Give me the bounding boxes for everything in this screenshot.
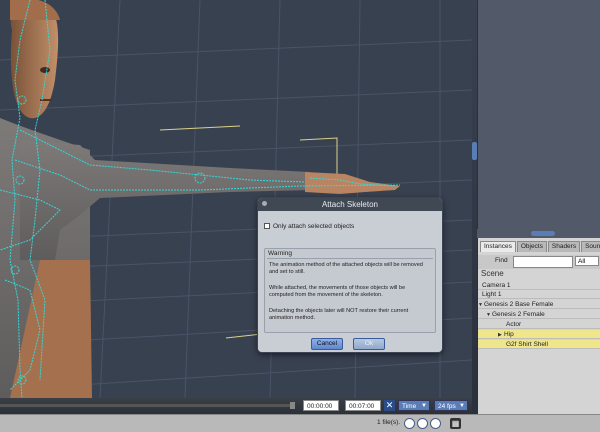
tab-shaders[interactable]: Shaders [547,241,581,252]
status-bar: 1 file(s). ▦ [0,414,600,432]
window-close-icon[interactable] [262,201,267,206]
tab-sounds[interactable]: Sounds [581,241,600,252]
only-selected-checkbox[interactable]: Only attach selected objects [264,223,354,230]
scene-header: Scene [481,269,504,278]
time-mode-select[interactable]: Time ▼ [398,400,430,411]
grid-icon[interactable]: ▦ [450,418,461,429]
find-input[interactable] [513,256,573,268]
tree-item[interactable]: G2f Shirt Shell [478,340,600,349]
filter-select[interactable]: All [575,256,599,266]
find-label: Find [495,257,508,264]
warning-box: Warning The animation method of the atta… [264,248,436,333]
timeline-bar: 00:00:00 00:07:00 ✕ Time ▼ 24 fps ▼ [0,398,472,414]
warning-text: The animation method of the attached obj… [269,262,423,275]
timeline-thumb[interactable] [290,402,295,409]
tree-item-label: Light 1 [482,291,502,298]
status-circle-icon[interactable] [404,418,415,429]
divider [267,258,433,259]
tree-item[interactable]: ▼Genesis 2 Base Female [478,300,600,309]
warning-text: Detaching the objects later will NOT res… [269,308,409,321]
time-mode-value: Time [402,403,417,410]
chevron-down-icon: ▼ [421,403,427,409]
fps-select[interactable]: 24 fps ▼ [434,400,468,411]
ok-button[interactable]: Ok [353,338,385,350]
tree-item[interactable]: Camera 1 [478,281,600,290]
attach-skeleton-dialog: Attach Skeleton Only attach selected obj… [257,197,443,353]
right-panel-upper [477,0,600,229]
tree-item[interactable]: ▶ Hip [478,330,600,339]
find-row: Find All [478,255,600,269]
fps-value: 24 fps [438,403,456,410]
status-circle-icon[interactable] [417,418,428,429]
status-circle-icon[interactable] [430,418,441,429]
horizontal-splitter[interactable] [477,229,600,238]
cancel-button[interactable]: Cancel [311,338,343,350]
tree-item-label: Actor [506,321,522,328]
tree-item[interactable]: Actor [478,320,600,329]
tree-item-label: Hip [504,331,514,338]
tree-item-label: Genesis 2 Base Female [484,301,554,308]
current-time-field[interactable]: 00:00:00 [303,400,339,411]
tree-item[interactable]: ▼Genesis 2 Female [478,310,600,319]
dialog-title: Attach Skeleton [321,200,379,209]
dialog-title-bar[interactable]: Attach Skeleton [258,198,442,211]
scene-panel: Instances Objects Shaders Sounds Find Al… [477,238,600,414]
file-count-label: 1 file(s). [377,419,401,426]
tab-instances[interactable]: Instances [480,241,516,252]
chevron-down-icon: ▼ [459,403,465,409]
dialog-body: Only attach selected objects Warning The… [258,211,442,352]
close-icon[interactable]: ✕ [384,400,395,411]
splitter-grip[interactable] [531,231,555,236]
end-time-field[interactable]: 00:07:00 [345,400,381,411]
warning-text: While attached, the movements of those o… [269,285,406,298]
tree-item-label: G2f Shirt Shell [506,341,548,348]
warning-label: Warning [268,250,292,257]
timeline-slider[interactable] [0,402,295,409]
tree-item-label: Camera 1 [482,282,511,289]
tree-item-label: Genesis 2 Female [492,311,545,318]
tab-objects[interactable]: Objects [516,241,547,252]
tree-item[interactable]: Light 1 [478,290,600,299]
checkbox-label: Only attach selected objects [273,223,355,230]
checkbox-box[interactable] [264,223,270,229]
scene-tabs: Instances Objects Shaders Sounds [480,241,600,252]
